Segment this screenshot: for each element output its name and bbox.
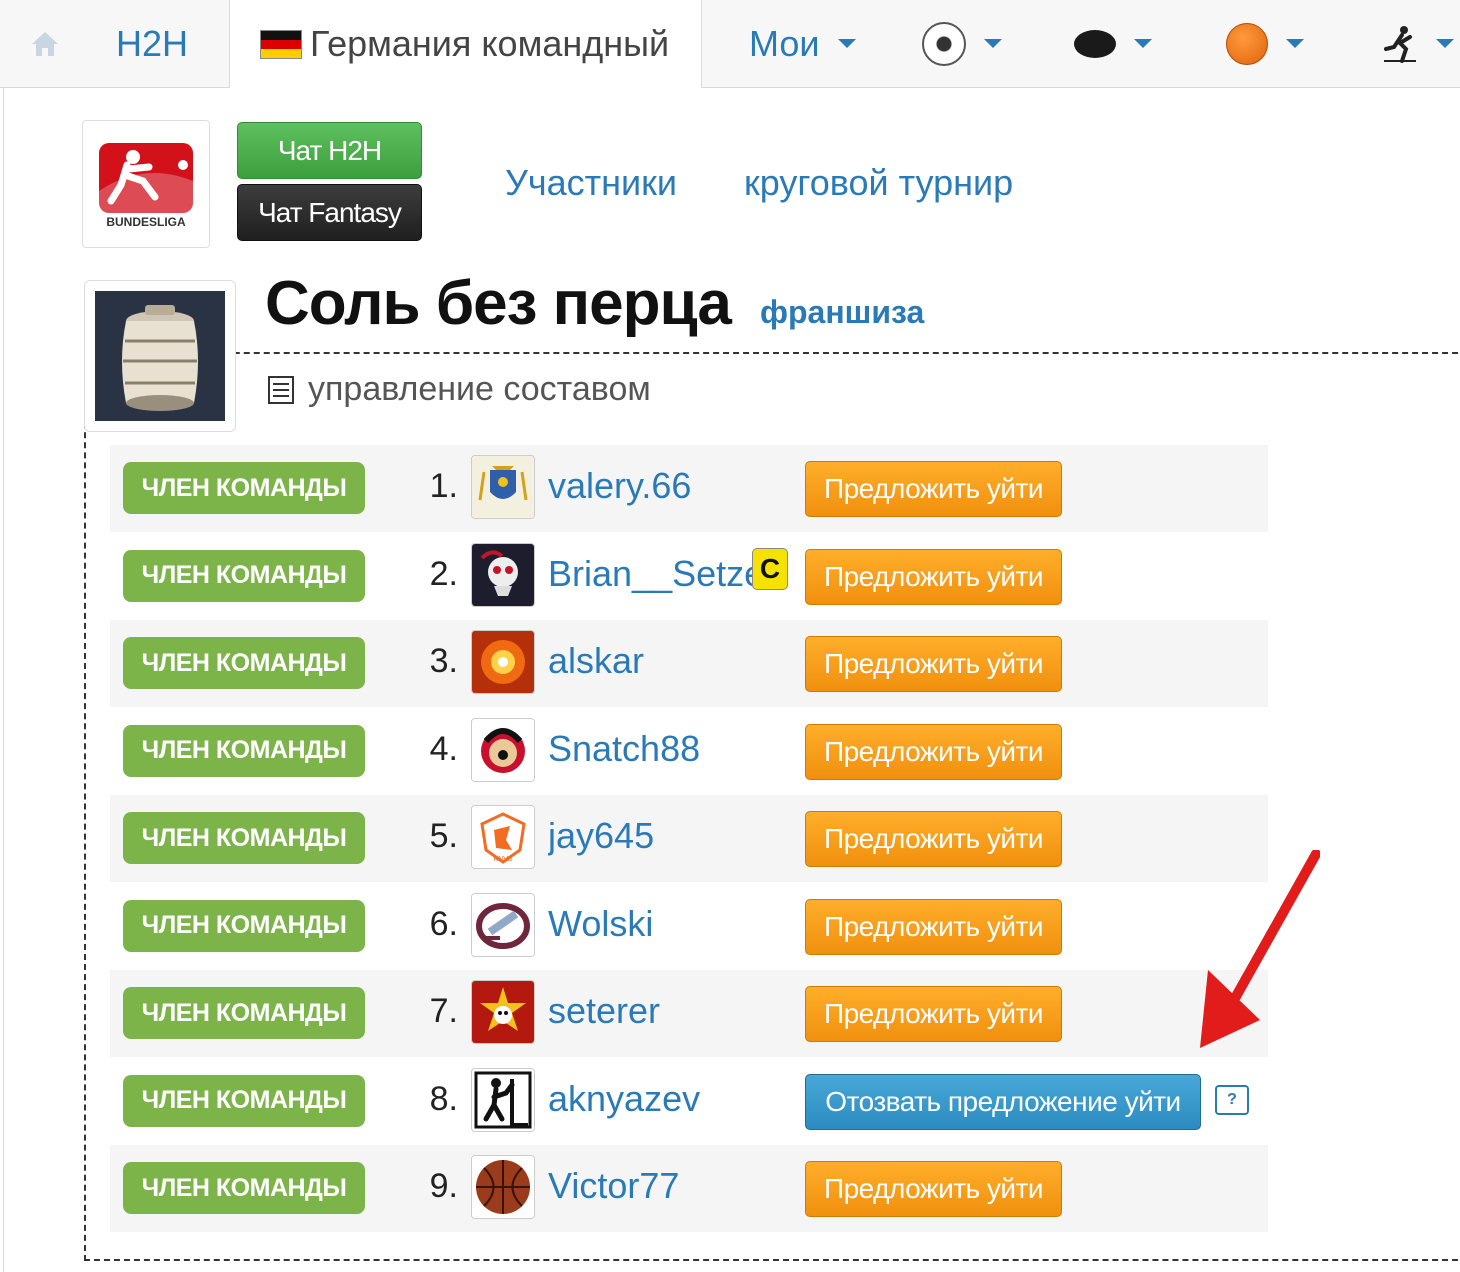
avalanche-logo-avatar[interactable] — [471, 892, 535, 957]
chevron-down-icon — [1286, 39, 1304, 48]
roster-row: ЧЛЕН КОМАНДЫ 8. aknyazev Отозвать предложен… — [110, 1058, 1268, 1145]
help-icon[interactable]: ? — [1215, 1084, 1249, 1115]
svg-text:BUNDESLIGA: BUNDESLIGA — [106, 215, 186, 229]
member-number: 6. — [429, 904, 458, 943]
roster-row: ЧЛЕН КОМАНДЫ 2. Brian__Setzer C Предложить у… — [110, 533, 1268, 620]
member-name-link[interactable]: jay645 — [548, 815, 778, 857]
nav-h2h[interactable]: H2H — [116, 0, 188, 87]
team-member-badge: ЧЛЕН КОМАНДЫ — [123, 812, 365, 864]
hockey-dropdown[interactable] — [1074, 0, 1152, 87]
basketball-icon — [1226, 22, 1268, 65]
cska-logo-avatar[interactable] — [471, 980, 535, 1044]
offer-leave-button[interactable]: Предложить уйти — [805, 898, 1062, 955]
team-member-badge: ЧЛЕН КОМАНДЫ — [123, 899, 365, 952]
franchise-link[interactable]: франшиза — [760, 294, 924, 331]
team-member-badge: ЧЛЕН КОМАНДЫ — [123, 724, 365, 777]
home-icon[interactable] — [30, 0, 60, 87]
roster-row: ЧЛЕН КОМАНДЫ 3. alskar Предложить уйти — [110, 620, 1268, 707]
manage-roster-label: управление составом — [308, 370, 651, 408]
member-name-link[interactable]: Brian__Setzer — [548, 553, 778, 595]
running-man-icon — [1384, 25, 1416, 63]
soccer-ball-icon — [922, 21, 966, 66]
team-member-badge: ЧЛЕН КОМАНДЫ — [123, 637, 365, 689]
offer-leave-button[interactable]: Предложить уйти — [805, 461, 1062, 517]
offer-leave-button[interactable]: Предложить уйти — [805, 986, 1062, 1042]
senators-logo-avatar[interactable] — [471, 717, 535, 782]
roster-row: ЧЛЕН КОМАНДЫ 1. valery.66 Предложить уйти — [110, 445, 1268, 532]
bundesliga-logo[interactable]: BUNDESLIGA — [82, 120, 210, 248]
list-icon — [268, 375, 294, 404]
nav-h2h-label: H2H — [116, 22, 189, 64]
team-member-badge: ЧЛЕН КОМАНДЫ — [123, 987, 365, 1039]
manage-roster-link[interactable]: управление составом — [268, 370, 651, 409]
member-name-link[interactable]: alskar — [548, 640, 778, 682]
chat-h2h-label: Чат H2H — [277, 134, 382, 166]
basketball-avatar[interactable] — [471, 1155, 535, 1219]
germany-flag-icon — [260, 29, 302, 59]
member-name-link[interactable]: Wolski — [548, 903, 778, 945]
climber-avatar[interactable] — [471, 1067, 535, 1132]
revoke-offer-button[interactable]: Отозвать предложение уйти — [805, 1073, 1201, 1130]
soccer-dropdown[interactable] — [922, 0, 1002, 87]
nav-mine-label: Мои — [749, 22, 820, 64]
member-number: 5. — [429, 817, 458, 855]
explosion-avatar[interactable] — [471, 630, 535, 694]
chat-fantasy-label: Чат Fantasy — [258, 196, 402, 228]
team-name: Соль без перца — [265, 269, 732, 338]
other-sports-dropdown[interactable] — [1382, 0, 1454, 87]
participants-link[interactable]: Участники — [505, 162, 677, 204]
round-robin-link[interactable]: круговой турнир — [744, 162, 1013, 204]
team-member-badge: ЧЛЕН КОМАНДЫ — [123, 462, 365, 514]
member-name-link[interactable]: Snatch88 — [548, 728, 778, 770]
team-photo — [84, 280, 236, 432]
member-number: 9. — [429, 1167, 458, 1205]
chevron-down-icon — [837, 39, 856, 48]
member-number: 4. — [429, 729, 458, 768]
offer-leave-button[interactable]: Предложить уйти — [805, 811, 1062, 867]
hockey-puck-icon — [1074, 29, 1116, 58]
knvb-lion-avatar[interactable]: KNVB — [471, 805, 535, 869]
offer-leave-button[interactable]: Предложить уйти — [805, 548, 1062, 605]
team-member-badge: ЧЛЕН КОМАНДЫ — [123, 1074, 365, 1127]
member-number: 2. — [429, 554, 458, 593]
nav-league-label: Германия командный — [310, 23, 670, 64]
svg-text:KNVB: KNVB — [493, 856, 512, 863]
team-member-badge: ЧЛЕН КОМАНДЫ — [123, 1162, 365, 1214]
chevron-down-icon — [1436, 39, 1454, 48]
roster-row: ЧЛЕН КОМАНДЫ 6. Wolski Предложить уйти — [110, 883, 1268, 970]
member-number: 7. — [429, 992, 458, 1030]
basketball-dropdown[interactable] — [1226, 0, 1304, 87]
offer-leave-button[interactable]: Предложить уйти — [805, 723, 1062, 780]
member-name-link[interactable]: aknyazev — [548, 1078, 778, 1120]
member-name-link[interactable]: valery.66 — [548, 465, 778, 507]
chat-fantasy-button[interactable]: Чат Fantasy — [237, 184, 422, 241]
member-name-link[interactable]: seterer — [548, 990, 778, 1032]
red-arrow-annotation — [1200, 850, 1320, 1048]
roster-row: ЧЛЕН КОМАНДЫ 9. Victor77 Предложить уйти — [110, 1145, 1268, 1232]
top-navigation: H2H Германия командный Мои — [0, 0, 1460, 88]
nav-mine-dropdown[interactable]: Мои — [749, 0, 856, 87]
roster-row: ЧЛЕН КОМАНДЫ 5. KNVB jay645 Предложить уйти — [110, 795, 1268, 882]
roster-row: ЧЛЕН КОМАНДЫ 7. seterer Предложить уйти — [110, 970, 1268, 1057]
nav-league-tab[interactable]: Германия командный — [229, 0, 703, 88]
roster-row: ЧЛЕН КОМАНДЫ 4. Snatch88 Предложить уйти — [110, 708, 1268, 795]
captain-badge: C — [752, 547, 788, 590]
member-number: 8. — [429, 1079, 458, 1118]
team-member-badge: ЧЛЕН КОМАНДЫ — [123, 549, 365, 602]
skull-avatar[interactable] — [471, 542, 535, 607]
member-number: 3. — [429, 642, 458, 680]
chevron-down-icon — [1134, 39, 1152, 48]
chat-h2h-button[interactable]: Чат H2H — [237, 122, 422, 179]
member-number: 1. — [429, 467, 458, 505]
coat-of-arms-avatar[interactable] — [471, 455, 535, 519]
offer-leave-button[interactable]: Предложить уйти — [805, 1161, 1062, 1217]
offer-leave-button[interactable]: Предложить уйти — [805, 636, 1062, 692]
chevron-down-icon — [984, 39, 1002, 48]
member-name-link[interactable]: Victor77 — [548, 1165, 778, 1207]
